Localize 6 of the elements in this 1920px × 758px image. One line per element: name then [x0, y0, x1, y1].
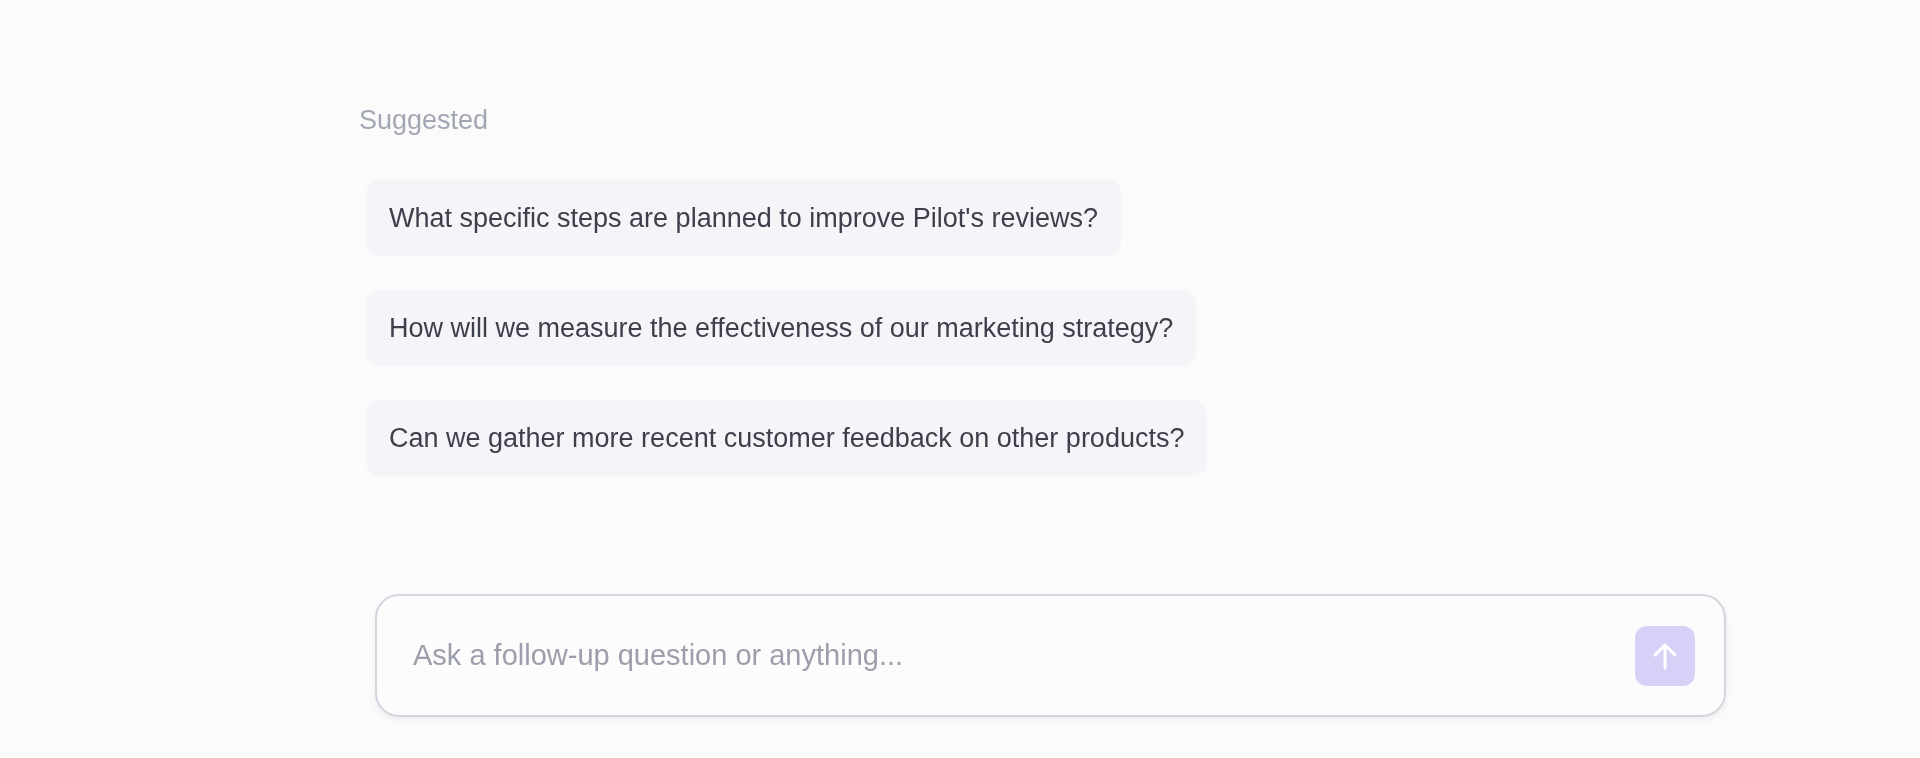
arrow-up-icon: [1652, 642, 1678, 670]
input-field[interactable]: Ask a follow-up question or anything...: [375, 594, 1726, 717]
suggestion-chip[interactable]: Can we gather more recent customer feedback on other products?: [366, 400, 1208, 476]
suggestion-chip[interactable]: What specific steps are planned to improve Pilot's reviews?: [366, 180, 1121, 256]
section-heading: Suggested: [359, 104, 489, 137]
suggestion-chip[interactable]: How will we measure the effectiveness of our marketing strategy?: [366, 290, 1197, 366]
